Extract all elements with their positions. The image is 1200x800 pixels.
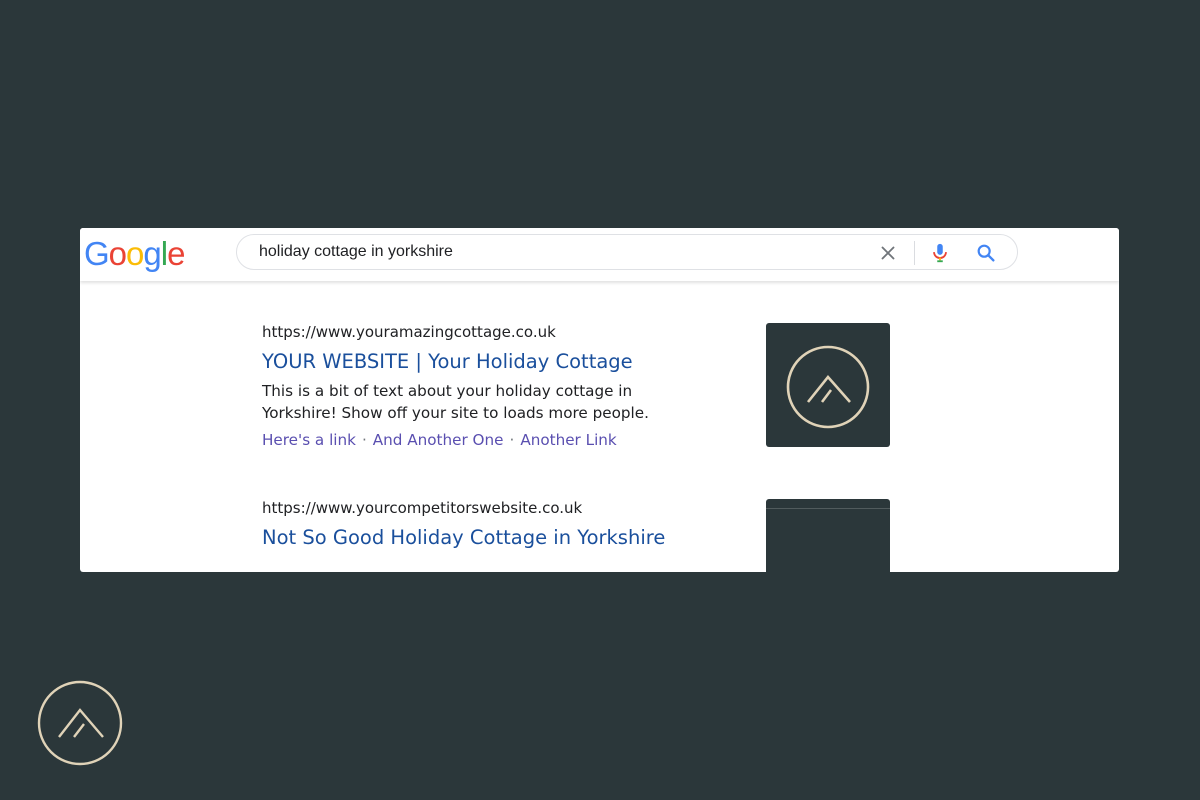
close-icon[interactable]	[877, 242, 899, 264]
google-logo[interactable]: Google	[84, 234, 185, 274]
sitelink[interactable]: And Another One	[373, 431, 504, 449]
result-thumbnail[interactable]	[766, 499, 890, 572]
thumbnail-line	[766, 508, 890, 509]
mountain-logo-icon	[37, 680, 123, 766]
search-input[interactable]	[259, 235, 859, 269]
logo-letter: G	[84, 235, 110, 272]
result-thumbnail[interactable]	[766, 323, 890, 447]
mountain-logo-icon	[786, 345, 870, 429]
result-snippet: This is a bit of text about your holiday…	[262, 382, 649, 422]
microphone-icon[interactable]	[929, 241, 951, 265]
logo-letter: e	[167, 235, 185, 272]
search-icon[interactable]	[975, 242, 997, 264]
search-results-card: Google holiday cottage in yorkshire http…	[80, 228, 1119, 572]
search-result: https://www.youramazingcottage.co.uk YOU…	[262, 322, 742, 451]
sitelink[interactable]: Here's a link	[262, 431, 356, 449]
search-result: https://www.yourcompetitorswebsite.co.uk…	[262, 498, 742, 551]
sitelinks: Here's a link · And Another One · Another Li…	[262, 429, 742, 451]
logo-letter: o	[108, 235, 127, 272]
search-box	[236, 234, 1018, 270]
result-title-link[interactable]: Not So Good Holiday Cottage in Yorkshire	[262, 525, 742, 551]
separator-dot: ·	[509, 431, 515, 449]
search-header: Google	[80, 228, 1119, 281]
page: Google holiday cottage in yorkshire http…	[0, 0, 1200, 800]
result-title-link[interactable]: YOUR WEBSITE | Your Holiday Cottage	[262, 349, 742, 375]
search-divider	[914, 241, 915, 265]
logo-letter: g	[143, 235, 161, 272]
result-url: https://www.yourcompetitorswebsite.co.uk	[262, 499, 583, 517]
logo-letter: o	[126, 235, 144, 272]
sitelink[interactable]: Another Link	[520, 431, 616, 449]
result-url: https://www.youramazingcottage.co.uk	[262, 323, 556, 341]
separator-dot: ·	[361, 431, 367, 449]
